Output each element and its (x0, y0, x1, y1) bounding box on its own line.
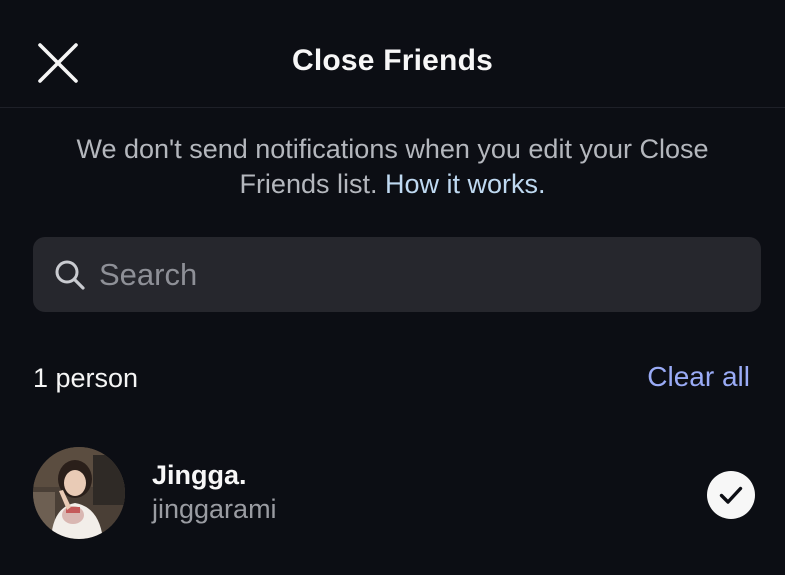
avatar-photo (33, 447, 125, 539)
how-it-works-link[interactable]: How it works. (385, 169, 546, 199)
checkmark-icon (707, 471, 755, 519)
header-bar: Close Friends (0, 0, 785, 108)
selected-checkbox[interactable] (707, 471, 755, 519)
selected-count: 1 person (33, 363, 139, 393)
search-icon (55, 260, 85, 290)
clear-all-button[interactable]: Clear all (647, 361, 750, 393)
notice-text: We don't send notifications when you edi… (60, 132, 725, 202)
page-title: Close Friends (292, 44, 493, 77)
avatar (33, 447, 125, 539)
search-bar[interactable] (33, 237, 761, 312)
friend-username: jinggarami (152, 494, 277, 524)
search-input[interactable] (99, 237, 739, 312)
friend-display-name: Jingga. (152, 460, 247, 490)
friend-list-item[interactable]: Jingga. jinggarami (0, 440, 785, 545)
